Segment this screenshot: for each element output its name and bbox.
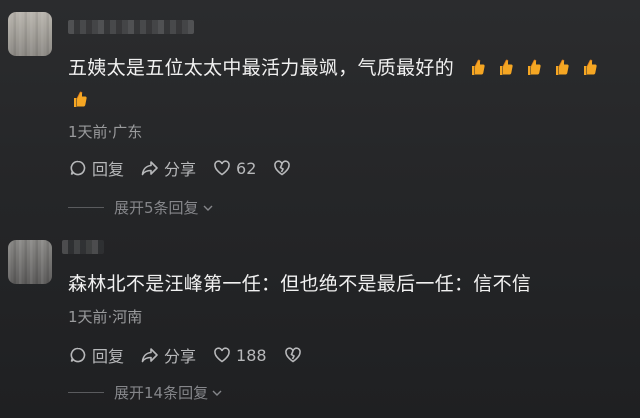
comment-body: 森林北不是汪峰第一任：但也绝不是最后一任：信不信 <box>68 273 532 295</box>
comment-text: 森林北不是汪峰第一任：但也绝不是最后一任：信不信 <box>68 268 634 300</box>
thumbs-up-icon <box>524 55 542 75</box>
username[interactable] <box>62 240 104 254</box>
comment-text: 五姨太是五位太太中最活力最飒，气质最好的 <box>68 52 634 116</box>
share-icon <box>141 161 158 176</box>
reply-icon <box>70 160 86 176</box>
thumbs-up-icon <box>496 55 514 75</box>
share-button[interactable]: 分享 <box>140 156 196 180</box>
share-icon <box>141 348 158 363</box>
chevron-down-icon <box>203 205 213 211</box>
dislike-button[interactable] <box>272 158 292 178</box>
expand-label: 展开14条回复 <box>114 384 209 402</box>
like-count: 62 <box>236 158 257 178</box>
comment-body: 五姨太是五位太太中最活力最飒，气质最好的 <box>68 57 455 79</box>
chevron-down-icon <box>212 390 222 396</box>
reply-label: 回复 <box>92 160 125 179</box>
thumbs-up-icon <box>580 55 598 75</box>
action-bar: 回复 分享 188 <box>68 343 319 367</box>
thumbs-up-icon <box>468 55 486 75</box>
expand-label: 展开5条回复 <box>114 199 199 217</box>
heart-icon <box>214 160 230 176</box>
reply-label: 回复 <box>92 347 125 366</box>
username[interactable] <box>68 20 194 34</box>
time-location: 1天前·广东 <box>68 123 143 141</box>
share-label: 分享 <box>164 160 197 179</box>
broken-heart-icon <box>284 347 301 363</box>
like-button[interactable]: 188 <box>212 345 267 365</box>
reply-button[interactable]: 回复 <box>68 343 124 367</box>
thumbs-up-icon <box>552 55 570 75</box>
divider-line <box>68 392 104 393</box>
like-count: 188 <box>236 345 267 365</box>
expand-replies-button[interactable]: 展开5条回复 <box>68 197 215 218</box>
action-bar: 回复 分享 62 <box>68 156 308 180</box>
divider-line <box>68 207 104 208</box>
dislike-button[interactable] <box>283 345 303 365</box>
thumbs-up-icon <box>70 87 88 107</box>
share-button[interactable]: 分享 <box>140 343 196 367</box>
reply-icon <box>70 347 86 363</box>
like-button[interactable]: 62 <box>212 158 256 178</box>
expand-replies-button[interactable]: 展开14条回复 <box>68 382 224 403</box>
time-location: 1天前·河南 <box>68 308 143 326</box>
heart-icon <box>214 347 230 363</box>
broken-heart-icon <box>274 160 291 176</box>
reply-button[interactable]: 回复 <box>68 156 124 180</box>
share-label: 分享 <box>164 347 197 366</box>
avatar[interactable] <box>8 240 52 284</box>
avatar[interactable] <box>8 12 52 56</box>
